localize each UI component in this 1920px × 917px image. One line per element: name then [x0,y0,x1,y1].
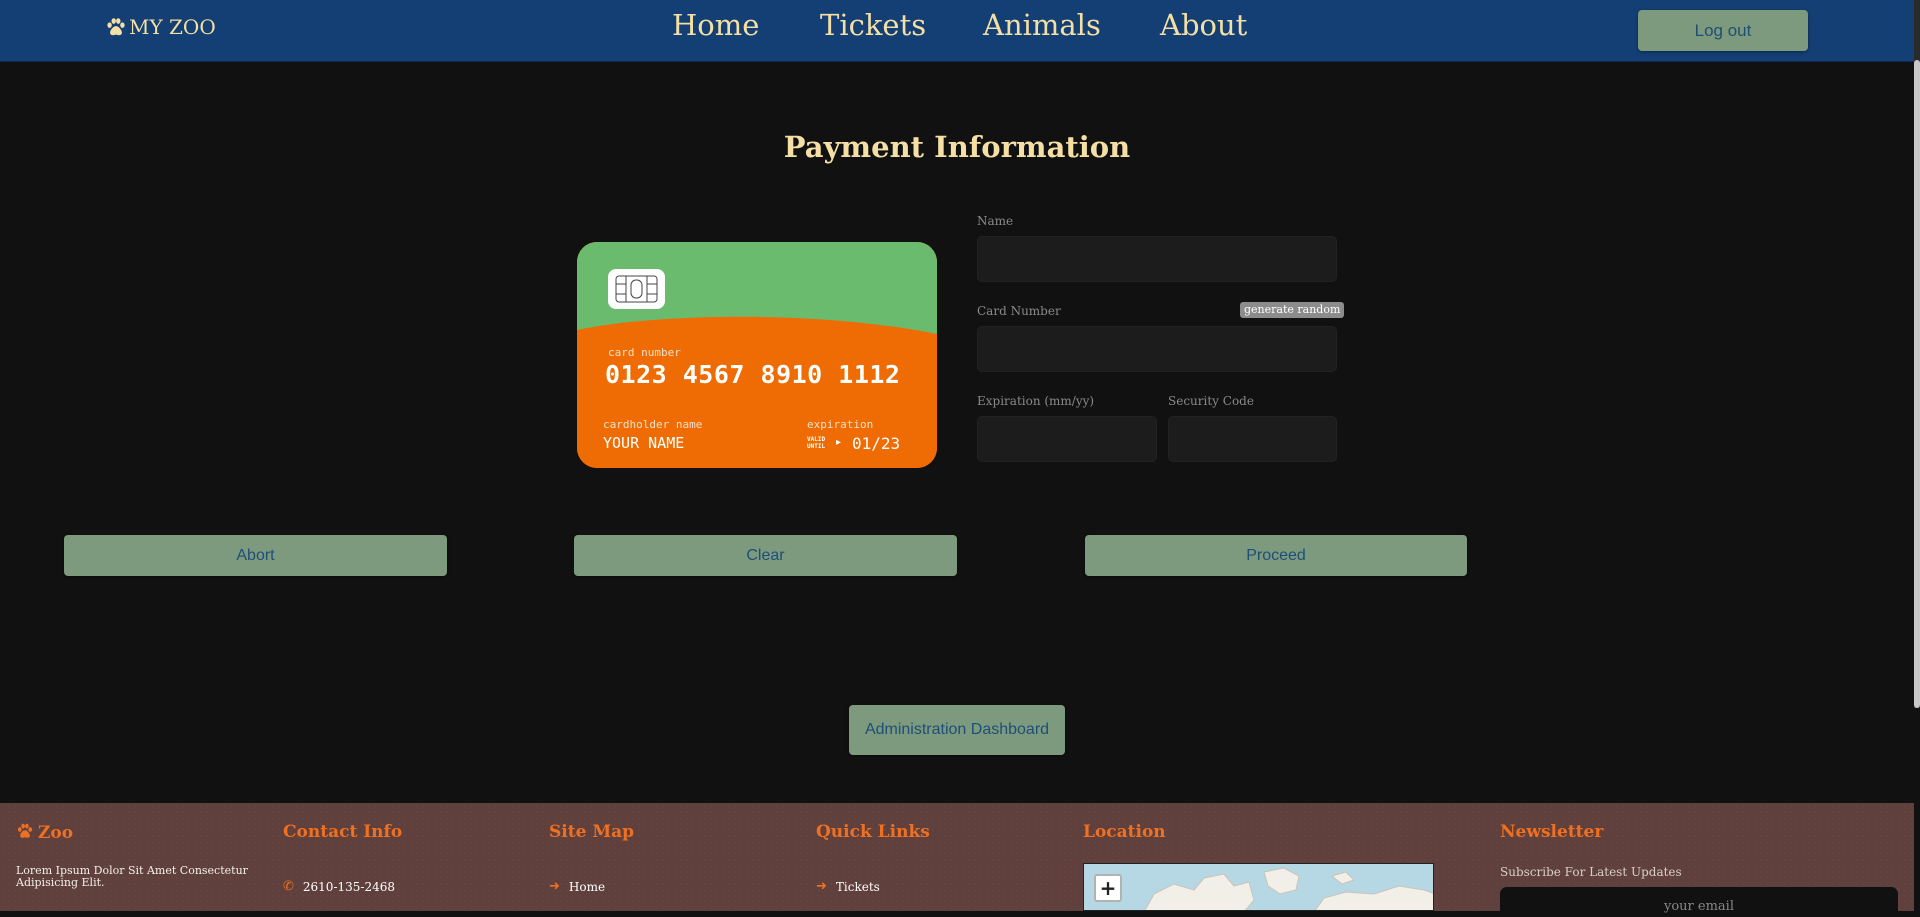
map-tiles [1084,864,1433,910]
sitemap-link-label: Home [568,879,606,894]
page-scrollbar-thumb[interactable] [1914,60,1920,708]
card-number-field[interactable] [977,326,1337,372]
sitemap-link-home[interactable]: ➜ Home [549,879,605,894]
nav-about[interactable]: About [1160,8,1247,42]
newsletter-email-field[interactable] [1500,887,1898,917]
credit-card-preview: card number 0123 4567 8910 1112 cardhold… [577,242,937,468]
location-heading: Location [1083,822,1166,842]
expiration-display: 01/23 [852,434,901,453]
top-navbar: MY ZOO Home Tickets Animals About Log ou… [0,0,1920,61]
valid-text: VALID [807,436,826,443]
name-label: Name [977,214,1014,228]
footer-brand-text: Zoo [38,823,74,843]
card-chip-icon [608,269,665,309]
quicklink-label: Tickets [835,879,880,894]
contact-phone: ✆ 2610-135-2468 [283,879,395,894]
admin-dashboard-button[interactable]: Administration Dashboard [849,705,1065,755]
cardholder-name-display: YOUR NAME [603,434,685,452]
expiration-caption: expiration [807,418,874,431]
newsletter-heading: Newsletter [1500,822,1604,842]
valid-until-caption: VALID UNTIL [807,436,825,450]
contact-info-heading: Contact Info [283,822,403,842]
security-code-field[interactable] [1168,416,1337,462]
newsletter-subtitle: Subscribe For Latest Updates [1500,865,1682,879]
main-nav: Home Tickets Animals About [0,8,1920,52]
map-zoom-in-button[interactable]: + [1094,874,1122,902]
quicklink-tickets[interactable]: ➜ Tickets [816,879,880,894]
nav-tickets[interactable]: Tickets [820,8,926,42]
site-footer: Zoo Lorem Ipsum Dolor Sit Amet Consectet… [0,803,1914,917]
footer-about-text: Lorem Ipsum Dolor Sit Amet Consectetur A… [16,864,248,889]
logout-button[interactable]: Log out [1638,10,1808,51]
security-code-label: Security Code [1168,394,1254,408]
footer-brand: Zoo [16,822,73,843]
expiration-field[interactable] [977,416,1157,462]
nav-home[interactable]: Home [672,8,759,42]
clear-button[interactable]: Clear [574,535,957,576]
until-text: UNTIL [807,443,826,450]
phone-icon: ✆ [283,879,294,894]
location-map[interactable]: + [1083,863,1434,911]
arrow-right-icon: ➜ [549,879,560,894]
phone-number: 2610-135-2468 [302,879,395,894]
nav-animals[interactable]: Animals [983,8,1101,42]
valid-arrow-icon: ▸ [836,437,842,448]
abort-button[interactable]: Abort [64,535,447,576]
generate-random-button[interactable]: generate random [1240,302,1345,318]
card-number-display: 0123 4567 8910 1112 [605,360,901,389]
expiration-label: Expiration (mm/yy) [977,394,1095,408]
card-number-caption: card number [608,346,681,359]
name-field[interactable] [977,236,1337,282]
proceed-button[interactable]: Proceed [1085,535,1467,576]
site-map-heading: Site Map [549,822,635,842]
cardholder-caption: cardholder name [603,418,703,431]
paw-icon [17,823,33,838]
page-title: Payment Information [783,130,1131,164]
card-number-label: Card Number [977,304,1061,318]
quick-links-heading: Quick Links [816,822,930,842]
arrow-right-icon: ➜ [816,879,827,894]
